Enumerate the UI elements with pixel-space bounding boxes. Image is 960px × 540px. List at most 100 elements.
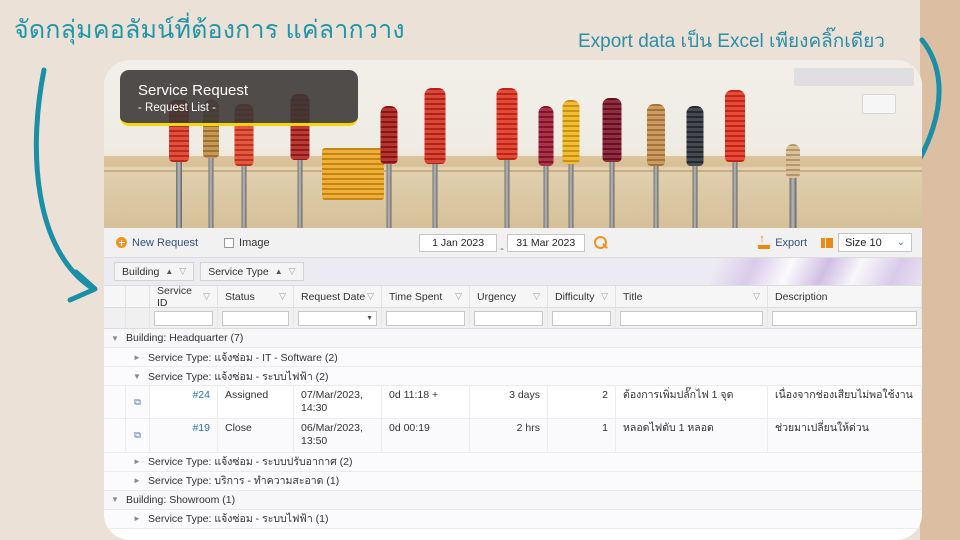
header-status[interactable]: Status ▽	[218, 286, 294, 307]
cell-description: ช่วยมาเปลี่ยนให้ด่วน	[768, 419, 922, 452]
group-row[interactable]: ► Service Type: บริการ - ทำความสะอาด (1)	[104, 471, 922, 491]
hero-subtitle: - Request List -	[138, 101, 216, 114]
filter-input-description[interactable]	[772, 310, 917, 326]
tool-screwdriver	[600, 96, 624, 228]
tool-screwdriver	[494, 86, 520, 228]
tool-screwdriver	[644, 102, 668, 228]
external-link-icon[interactable]: ⧉	[134, 397, 141, 408]
cell-service-id[interactable]: #24	[150, 386, 218, 419]
sort-ascending-icon[interactable]: ▲	[275, 267, 283, 276]
group-chip-building[interactable]: Building ▲ ▽	[114, 262, 195, 281]
date-to-input[interactable]: 31 Mar 2023	[506, 233, 585, 252]
group-row[interactable]: ► Service Type: แจ้งซ่อม - IT - Software…	[104, 348, 922, 367]
app-card: Service Request - Request List - New Req…	[104, 60, 922, 540]
header-urgency[interactable]: Urgency ▽	[470, 286, 548, 307]
page-size-value: Size 10	[845, 236, 882, 249]
expand-twisty-icon[interactable]: ►	[126, 476, 148, 485]
external-link-icon[interactable]: ⧉	[134, 430, 141, 441]
service-id-link[interactable]: #19	[192, 422, 210, 435]
sort-ascending-icon[interactable]: ▲	[165, 267, 173, 276]
cell-time-spent: 0d 11:18 +	[382, 386, 470, 419]
header-difficulty[interactable]: Difficulty ▽	[548, 286, 616, 307]
tool-screwdriver	[536, 104, 556, 228]
table-row[interactable]: ⧉ #19 Close 06/Mar/2023, 13:50 0d 00:19 …	[104, 419, 922, 453]
group-row-label: Service Type: แจ้งซ่อม - IT - Software (…	[148, 351, 338, 364]
group-row-label: Service Type: บริการ - ทำความสะอาด (1)	[148, 475, 340, 487]
filter-input-time-spent[interactable]	[386, 310, 465, 326]
group-by-bar[interactable]: Building ▲ ▽ Service Type ▲ ▽	[104, 258, 922, 286]
header-description[interactable]: Description	[768, 286, 922, 307]
open-record-cell[interactable]: ⧉	[126, 419, 150, 452]
expand-twisty-icon[interactable]: ►	[126, 353, 148, 362]
group-row[interactable]: ▼ Building: Headquarter (7)	[104, 329, 922, 348]
cell-difficulty: 2	[548, 386, 616, 419]
header-request-date[interactable]: Request Date ▽	[294, 286, 382, 307]
filter-input-status[interactable]	[222, 310, 289, 326]
header-label: Title	[623, 290, 643, 303]
filter-icon[interactable]: ▽	[203, 291, 210, 302]
expand-twisty-icon[interactable]: ►	[126, 457, 148, 466]
header-time-spent[interactable]: Time Spent ▽	[382, 286, 470, 307]
header-label: Difficulty	[555, 290, 595, 303]
filter-input-title[interactable]	[620, 310, 763, 326]
grid-filter-row: ▼	[104, 308, 922, 329]
cell-time-spent: 0d 00:19	[382, 419, 470, 452]
wall-note	[862, 94, 896, 114]
hero-banner: Service Request - Request List -	[104, 60, 922, 228]
export-button[interactable]: Export	[758, 233, 807, 249]
group-row-label: Building: Headquarter (7)	[126, 332, 244, 344]
tool-screwdriver	[378, 102, 400, 228]
group-row-label: Service Type: แจ้งซ่อม - ระบบปรับอากาศ (…	[148, 456, 353, 468]
filter-cell-urgency	[470, 308, 548, 328]
filter-cell-service-id	[150, 308, 218, 328]
collapse-twisty-icon[interactable]: ▼	[126, 372, 148, 381]
filter-icon[interactable]: ▽	[753, 291, 760, 302]
filter-input-request-date[interactable]: ▼	[298, 310, 377, 326]
header-label: Status	[225, 290, 255, 303]
group-row[interactable]: ► Service Type: แจ้งซ่อม - ระบบไฟฟ้า (1)	[104, 509, 922, 529]
cell-service-id[interactable]: #19	[150, 419, 218, 452]
header-label: Request Date	[301, 290, 366, 303]
collapse-twisty-icon[interactable]: ▼	[104, 334, 126, 343]
header-service-id[interactable]: Service ID ▽	[150, 284, 218, 309]
page-size-select[interactable]: Size 10 ⌄	[838, 233, 912, 252]
pegboard	[794, 68, 914, 86]
cell-title: หลอดไฟดับ 1 หลอด	[616, 419, 768, 452]
filter-input-difficulty[interactable]	[552, 310, 611, 326]
image-checkbox[interactable]: Image	[224, 237, 270, 249]
filter-icon[interactable]: ▽	[367, 291, 374, 302]
header-label: Urgency	[477, 290, 517, 303]
checkbox-box[interactable]	[224, 237, 235, 248]
open-record-cell[interactable]: ⧉	[126, 386, 150, 419]
annotation-heading-right: Export data เป็น Excel เพียงคลิ๊กเดียว	[578, 31, 885, 52]
filter-icon[interactable]: ▽	[601, 291, 608, 302]
header-label: Service ID	[157, 284, 193, 309]
tool-box	[322, 132, 384, 228]
cell-urgency: 3 days	[470, 386, 548, 419]
group-row[interactable]: ► Service Type: แจ้งซ่อม - ระบบปรับอากาศ…	[104, 452, 922, 472]
collapse-twisty-icon[interactable]: ▼	[104, 495, 126, 504]
filter-icon[interactable]: ▽	[533, 291, 540, 302]
filter-icon[interactable]: ▽	[289, 266, 296, 277]
search-icon[interactable]	[593, 235, 609, 251]
header-title[interactable]: Title ▽	[616, 286, 768, 307]
expand-twisty-icon[interactable]: ►	[126, 514, 148, 523]
table-row[interactable]: ⧉ #24 Assigned 07/Mar/2023, 14:30 0d 11:…	[104, 386, 922, 420]
cell-difficulty: 1	[548, 419, 616, 452]
filter-icon[interactable]: ▽	[179, 266, 186, 277]
header-spacer	[126, 286, 150, 307]
group-chip-service-type[interactable]: Service Type ▲ ▽	[200, 262, 304, 281]
group-row[interactable]: ▼ Service Type: แจ้งซ่อม - ระบบไฟฟ้า (2)	[104, 367, 922, 386]
group-row[interactable]: ▼ Building: Showroom (1)	[104, 490, 922, 510]
group-row-label: Building: Showroom (1)	[126, 493, 236, 506]
filter-icon[interactable]: ▽	[279, 291, 286, 302]
service-id-link[interactable]: #24	[192, 389, 210, 402]
chevron-down-icon: ▼	[366, 314, 373, 322]
group-row-label: Service Type: แจ้งซ่อม - ระบบไฟฟ้า (2)	[148, 370, 329, 383]
new-request-button[interactable]: New Request	[116, 237, 198, 249]
filter-input-service-id[interactable]	[154, 310, 213, 326]
tool-screwdriver	[722, 88, 748, 228]
date-from-input[interactable]: 1 Jan 2023	[419, 233, 498, 252]
filter-input-urgency[interactable]	[474, 310, 543, 326]
filter-icon[interactable]: ▽	[455, 291, 462, 302]
